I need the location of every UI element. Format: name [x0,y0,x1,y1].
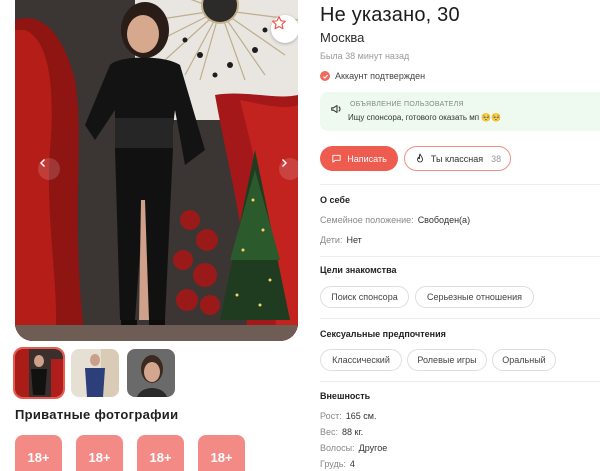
goal-chip: Поиск спонсора [320,286,409,308]
compliment-count: 38 [491,153,502,164]
row-label: Дети: [320,235,343,245]
row-label: Волосы: [320,443,355,453]
appearance-row-bust: Грудь: 4 [320,459,355,469]
check-circle-icon [320,71,330,81]
divider [320,318,600,319]
appearance-row-hair: Волосы: Другое [320,443,387,453]
about-row-children: Дети: Нет [320,235,362,245]
prev-photo-button[interactable] [38,158,60,180]
about-row-marital: Семейное положение: Свободен(а) [320,215,470,225]
profile-city: Москва [320,30,365,45]
profile-name: Не указано, 30 [320,4,460,26]
flame-icon [416,153,423,162]
next-photo-button[interactable] [279,158,298,180]
verified-text: Аккаунт подтвержден [335,71,426,81]
preferences-section-title: Сексуальные предпочтения [320,329,446,339]
preference-chip: Классический [320,349,402,371]
row-label: Рост: [320,411,342,421]
verified-badge: Аккаунт подтвержден [320,71,425,81]
thumbnail-image [71,349,119,397]
goals-section-title: Цели знакомства [320,265,397,275]
chat-icon [332,154,341,163]
private-photo-tile[interactable]: 18+ [76,435,123,471]
private-photo-tile[interactable]: 18+ [15,435,62,471]
row-value: Свободен(а) [417,215,471,225]
write-message-button[interactable]: Написать [320,146,398,171]
row-value: 165 см. [345,411,377,421]
chevron-left-icon [40,159,45,167]
private-photos-title: Приватные фотографии [15,407,179,422]
favorite-button[interactable] [271,15,298,43]
photo-thumbnails [13,347,175,399]
star-icon [272,16,286,30]
row-label: Грудь: [320,459,346,469]
preference-chip: Оральный [492,349,556,371]
private-photo-tile[interactable]: 18+ [198,435,245,471]
row-label: Вес: [320,427,339,437]
row-value: 4 [349,459,355,469]
row-value: Нет [346,235,362,245]
thumbnail-2[interactable] [71,349,119,397]
chevron-right-icon [282,159,287,167]
private-photos-grid: 18+ 18+ 18+ 18+ [15,435,245,471]
divider [320,381,600,382]
private-photo-tile[interactable]: 18+ [137,435,184,471]
announcement-text: Ищу спонсора, готового оказать мп 🥺🥺 [348,113,502,122]
write-message-label: Написать [347,153,387,164]
megaphone-icon [330,102,344,121]
compliment-label: Ты классная [430,153,484,164]
appearance-section-title: Внешность [320,391,371,401]
appearance-row-weight: Вес: 88 кг. [320,427,363,437]
appearance-row-height: Рост: 165 см. [320,411,376,421]
thumbnail-image [15,349,63,397]
thumbnail-3[interactable] [127,349,175,397]
row-value: 88 кг. [342,427,364,437]
row-value: Другое [358,443,388,453]
preference-chip: Ролевые игры [407,349,487,371]
user-announcement: ОБЪЯВЛЕНИЕ ПОЛЬЗОВАТЕЛЯ Ищу спонсора, го… [320,92,600,131]
announcement-label: ОБЪЯВЛЕНИЕ ПОЛЬЗОВАТЕЛЯ [350,101,464,108]
row-label: Семейное положение: [320,215,414,225]
divider [320,184,600,185]
thumbnail-image [127,349,175,397]
divider [320,256,600,257]
main-photo[interactable] [15,0,298,341]
about-section-title: О себе [320,195,350,205]
goal-chip: Серьезные отношения [415,286,534,308]
compliment-button[interactable]: Ты классная 38 [404,146,511,171]
thumbnail-1[interactable] [13,347,65,399]
last-seen: Была 38 минут назад [320,51,410,61]
